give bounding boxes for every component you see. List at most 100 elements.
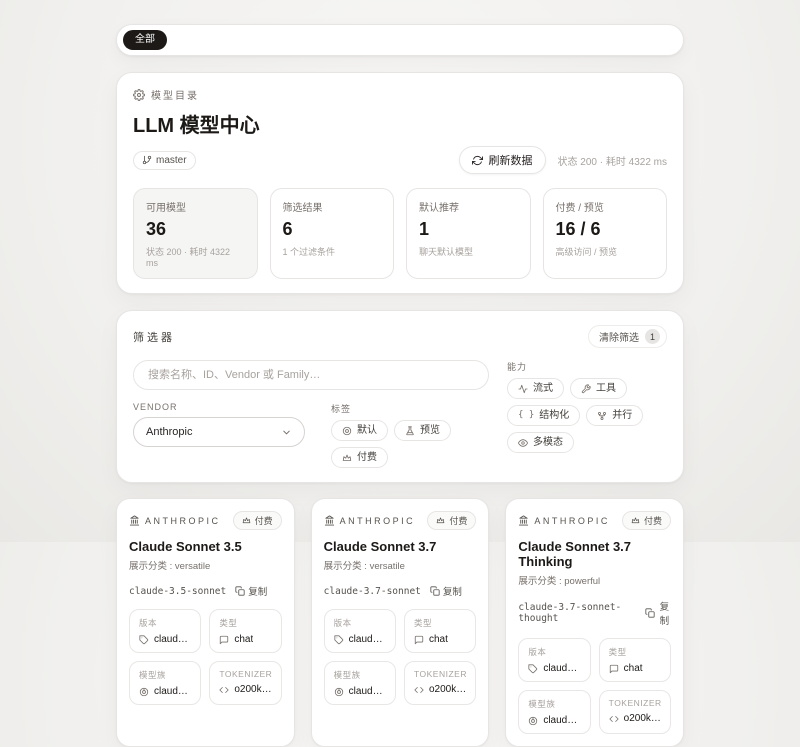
chat-icon — [609, 664, 619, 674]
fork-icon — [597, 411, 607, 421]
capability-label: 能力 — [507, 360, 667, 373]
vendor-select[interactable]: Anthropic — [133, 417, 305, 447]
capability-pill-label: 多模态 — [533, 437, 563, 448]
family-icon — [334, 687, 344, 697]
header-card: 模型目录 LLM 模型中心 master 刷新数据 状态 200 · 耗时 43… — [116, 72, 684, 294]
header-meta-row: master 刷新数据 状态 200 · 耗时 4322 ms — [133, 146, 667, 174]
field-label: 模型族 — [528, 698, 580, 710]
model-card-claude-sonnet-3-5[interactable]: ANTHROPIC 付费 Claude Sonnet 3.5 展示分类 : ve… — [116, 498, 295, 747]
model-title: Claude Sonnet 3.7 — [324, 539, 477, 554]
field-value: claude-3.5-sonnet — [154, 634, 191, 645]
scope-chip-all[interactable]: 全部 — [123, 30, 167, 50]
stat-value: 1 — [419, 219, 518, 240]
tag-pill-default[interactable]: 默认 — [331, 420, 388, 441]
model-card-grid: ANTHROPIC 付费 Claude Sonnet 3.5 展示分类 : ve… — [116, 498, 684, 747]
stat-label: 付费 / 预览 — [556, 199, 655, 214]
stat-sub: 聊天默认模型 — [419, 245, 518, 258]
building-icon — [324, 515, 335, 526]
capability-pill-label: 并行 — [612, 410, 632, 421]
model-card-claude-sonnet-3-7-thinking[interactable]: ANTHROPIC 付费 Claude Sonnet 3.7 Thinking … — [505, 498, 684, 747]
chat-icon — [414, 635, 424, 645]
field-family: 模型族 claude-3.5-sonnet — [129, 661, 201, 705]
capability-pill-structured[interactable]: { } 结构化 — [507, 405, 580, 426]
field-value: o200k_base — [234, 684, 271, 695]
model-fields-grid: 版本 claude-3.7-sonnet 类型 chat 模型族 — [324, 609, 477, 705]
tag-pill-preview[interactable]: 预览 — [394, 420, 451, 441]
tag-icon — [528, 664, 538, 674]
filter-header: 筛选器 清除筛选 1 — [133, 325, 667, 348]
crown-icon — [631, 516, 640, 525]
model-card-header: ANTHROPIC 付费 — [518, 511, 671, 530]
tag-pill-paid[interactable]: 付费 — [331, 447, 388, 468]
field-label: TOKENIZER — [414, 669, 466, 679]
field-label: 版本 — [528, 646, 580, 658]
copy-label: 复制 — [248, 584, 267, 598]
code-icon — [609, 714, 619, 724]
stat-card-filter-results: 筛选结果 6 1 个过滤条件 — [270, 188, 395, 279]
capability-pill-parallel[interactable]: 并行 — [586, 405, 643, 426]
family-icon — [528, 716, 538, 726]
copy-button[interactable]: 复制 — [430, 584, 462, 598]
vendor-row: ANTHROPIC — [518, 515, 610, 526]
filter-left-row: VENDOR Anthropic 标签 默认 — [133, 402, 489, 468]
copy-button[interactable]: 复制 — [645, 599, 671, 627]
capability-pill-tools[interactable]: 工具 — [570, 378, 627, 399]
field-label: TOKENIZER — [219, 669, 271, 679]
field-version: 版本 claude-3.5-sonnet — [129, 609, 201, 653]
capability-pill-label: 流式 — [533, 383, 553, 394]
field-version: 版本 claude-3.7-sonnet — [518, 638, 590, 682]
model-id-row: claude-3.7-sonnet-thought 复制 — [518, 599, 671, 627]
stat-label: 筛选结果 — [283, 199, 382, 214]
branch-badge: master — [133, 151, 196, 170]
crown-icon — [436, 516, 445, 525]
model-fields-grid: 版本 claude-3.7-sonnet 类型 chat 模型族 — [518, 638, 671, 734]
field-version: 版本 claude-3.7-sonnet — [324, 609, 396, 653]
page-container: 全部 模型目录 LLM 模型中心 master 刷新数据 状态 200 · 耗时… — [116, 0, 684, 747]
refresh-data-button[interactable]: 刷新数据 — [459, 146, 546, 174]
copy-label: 复制 — [443, 584, 462, 598]
field-label: 类型 — [414, 617, 466, 629]
chevron-down-icon — [281, 427, 292, 438]
breadcrumb: 模型目录 — [133, 87, 667, 102]
field-label: 类型 — [609, 646, 661, 658]
model-card-claude-sonnet-3-7[interactable]: ANTHROPIC 付费 Claude Sonnet 3.7 展示分类 : ve… — [311, 498, 490, 747]
page-title: LLM 模型中心 — [133, 109, 667, 138]
vendor-selected-value: Anthropic — [146, 426, 192, 438]
tag-icon — [139, 635, 149, 645]
stat-label: 默认推荐 — [419, 199, 518, 214]
clear-filters-button[interactable]: 清除筛选 1 — [588, 325, 667, 348]
field-value: claude-3.7-sonnet — [543, 663, 580, 674]
search-input[interactable] — [133, 360, 489, 390]
tag-pill-label: 预览 — [420, 425, 440, 436]
copy-icon — [235, 586, 245, 596]
field-value: claude-3.7-sonnet — [349, 686, 386, 697]
capability-pill-label: 结构化 — [539, 410, 569, 421]
vendor-name: ANTHROPIC — [534, 516, 610, 526]
capability-pill-multimodal[interactable]: 多模态 — [507, 432, 574, 453]
capability-pill-streaming[interactable]: 流式 — [507, 378, 564, 399]
filter-card: 筛选器 清除筛选 1 VENDOR Anthropic — [116, 310, 684, 483]
field-label: 模型族 — [139, 669, 191, 681]
stat-card-paid-preview: 付费 / 预览 16 / 6 高级访问 / 预览 — [543, 188, 668, 279]
copy-label: 复制 — [658, 599, 671, 627]
model-fields-grid: 版本 claude-3.5-sonnet 类型 chat 模型族 — [129, 609, 282, 705]
branch-label: master — [156, 155, 187, 166]
model-id-row: claude-3.7-sonnet 复制 — [324, 584, 477, 598]
model-card-header: ANTHROPIC 付费 — [129, 511, 282, 530]
target-icon — [342, 426, 352, 436]
clear-filters-label: 清除筛选 — [599, 329, 639, 344]
eye-icon — [518, 438, 528, 448]
vendor-row: ANTHROPIC — [324, 515, 416, 526]
field-value: o200k_base — [624, 713, 661, 724]
gear-icon — [133, 89, 145, 101]
capability-pill-label: 工具 — [596, 383, 616, 394]
vendor-row: ANTHROPIC — [129, 515, 221, 526]
vendor-name: ANTHROPIC — [340, 516, 416, 526]
tag-pill-label: 付费 — [357, 452, 377, 463]
field-label: TOKENIZER — [609, 698, 661, 708]
copy-button[interactable]: 复制 — [235, 584, 267, 598]
model-category: 展示分类 : versatile — [129, 558, 282, 572]
field-type: 类型 chat — [404, 609, 476, 653]
tags-pill-row: 默认 预览 付费 — [331, 420, 489, 468]
field-value: chat — [624, 663, 643, 674]
